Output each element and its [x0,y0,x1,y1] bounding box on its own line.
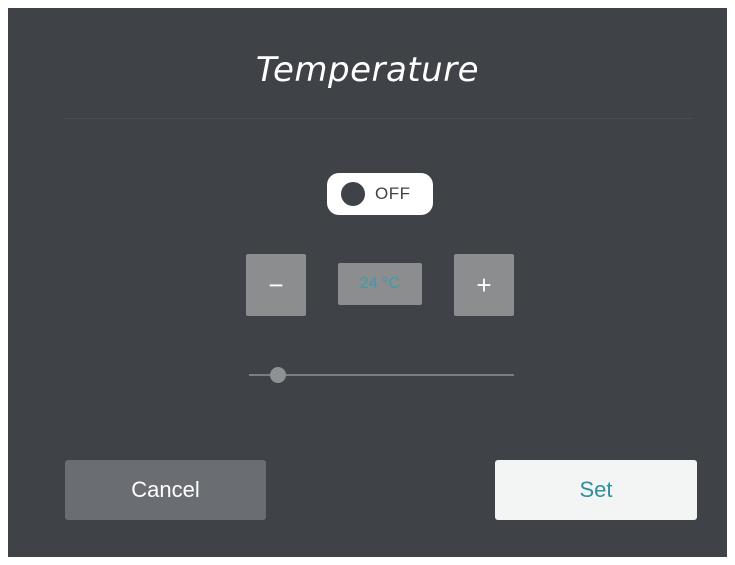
temperature-value: 24 °C [338,263,422,305]
decrease-temperature-button[interactable]: − [246,254,306,316]
cancel-button[interactable]: Cancel [65,460,266,520]
set-button[interactable]: Set [495,460,697,520]
toggle-knob [341,182,365,206]
toggle-state-label: OFF [375,184,411,203]
title-divider [65,118,693,119]
power-toggle[interactable]: OFF [327,173,433,215]
temperature-dialog: Temperature OFF − 24 °C + Cancel Set [8,8,727,557]
slider-thumb[interactable] [270,367,286,383]
dialog-title: Temperature [255,50,480,90]
increase-temperature-button[interactable]: + [454,254,514,316]
temperature-slider[interactable] [249,367,514,383]
